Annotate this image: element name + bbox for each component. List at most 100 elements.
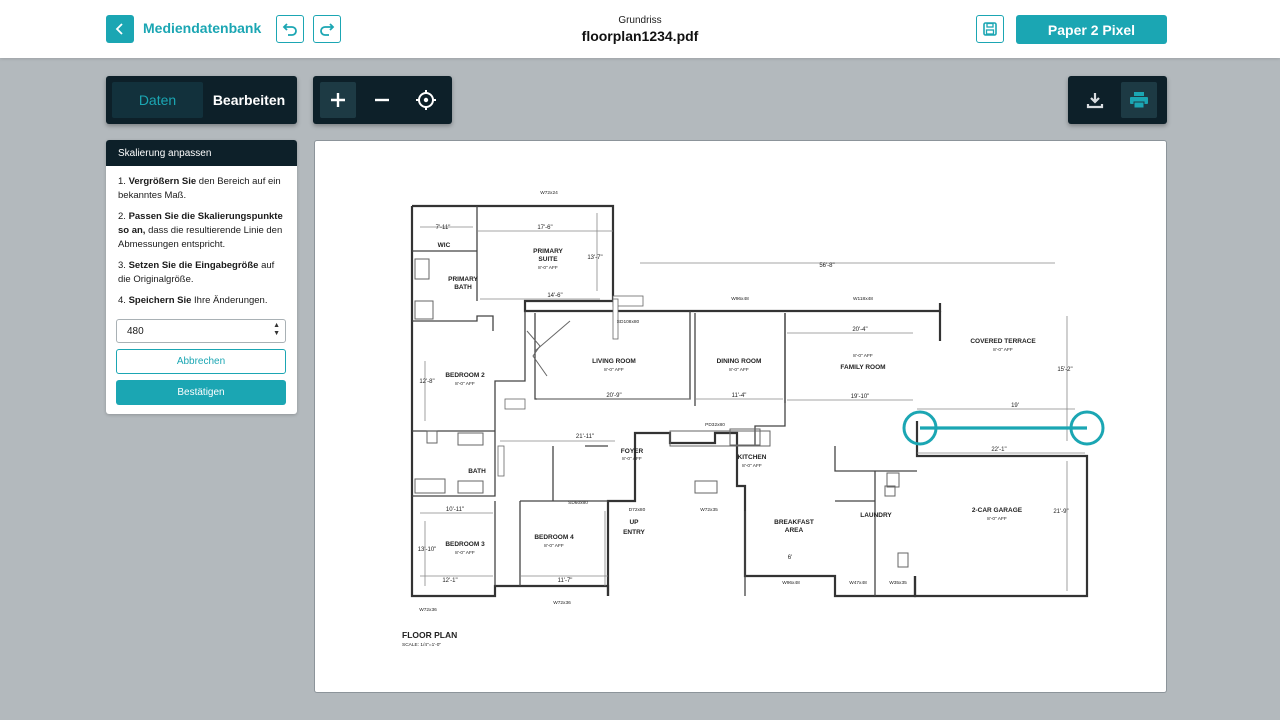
floorplan-title: FLOOR PLAN [402,630,457,640]
aff-note: 8'-0" AFF [729,367,749,373]
window-label: W96x48 [731,296,749,302]
window-label: PD32x80 [705,422,725,428]
confirm-button[interactable]: Bestätigen [116,380,286,405]
aff-notes: 8'-0" AFF 8'-0" AFF 8'-0" AFF 8'-0" AFF … [455,265,1013,556]
room-label: KITCHEN [738,454,767,461]
dimension-label: 10'-11" [446,507,464,513]
aff-note: 8'-0" AFF [538,265,558,271]
aff-note: 8'-0" AFF [544,543,564,549]
room-label: FOYER [621,448,644,455]
aff-note: 8'-0" AFF [742,463,762,469]
room-label: BATH [454,284,472,291]
printer-icon [1130,92,1148,109]
save-button[interactable] [976,15,1004,43]
crosshair-icon [416,90,436,110]
floorplan-drawing: WIC PRIMARY BATH PRIMARY SUITE LIVING RO… [402,190,1105,648]
plus-icon [331,93,345,107]
dimension-label: 14'-6" [547,293,562,299]
interior-walls [412,206,917,596]
floorplan-scale: SCALE: 1/4"=1'-0" [402,642,441,648]
stepper-arrows-icon[interactable]: ▲ ▼ [273,322,280,338]
scale-size-input[interactable]: 480 ▲ ▼ [116,319,286,343]
zoom-out-button[interactable] [364,82,400,118]
dimension-label: 56'-8" [819,263,834,269]
instruction-step: 4. Speichern Sie Ihre Änderungen. [118,295,268,306]
window-label: SD108x80 [617,319,640,325]
dimension-label: 13'-7" [587,255,602,261]
room-label: FAMILY ROOM [840,364,885,371]
window-labels: W72x24 W96x48 W118x48 SD108x80 PD32x80 W… [419,190,907,613]
room-label: BEDROOM 2 [445,372,485,379]
floorplan-canvas[interactable]: WIC PRIMARY BATH PRIMARY SUITE LIVING RO… [314,140,1167,693]
window-label: W72x24 [540,190,558,196]
room-label: BREAKFAST [774,519,814,526]
mode-toolbar: Daten Bearbeiten [106,76,297,124]
dimension-label: 7'-11" [436,225,451,231]
window-label: SD60x80 [568,500,588,506]
dimension-label: 19' [1011,403,1019,409]
instruction-step: 1. Vergrößern Sie den Bereich auf ein be… [118,176,281,201]
room-label: UP [629,519,639,526]
room-label: AREA [785,527,804,534]
room-label: LAUNDRY [860,512,892,519]
dimension-label: 12'-1" [442,578,457,584]
dimension-label: 11'-4" [732,393,747,399]
panel-title: Skalierung anpassen [106,140,297,166]
cancel-button[interactable]: Abbrechen [116,349,286,374]
dimension-label: 6' [788,555,792,561]
room-label: BEDROOM 4 [534,534,574,541]
aff-note: 8'-0" AFF [853,353,873,359]
instruction-step: 2. Passen Sie die Skalierungspunkte so a… [118,211,283,250]
dimension-label: 12'-8" [419,379,434,385]
window-label: W72x36 [553,600,571,606]
recenter-button[interactable] [408,82,444,118]
dimension-label: 11'-7" [558,578,573,584]
window-label: W35x35 [889,580,907,586]
scale-panel: Skalierung anpassen 1. Vergrößern Sie de… [106,140,297,414]
window-label: W47x48 [849,580,867,586]
room-label: BATH [468,468,486,475]
dimension-label: 20'-9" [606,393,621,399]
window-label: D72x80 [629,507,646,513]
dimension-label: 17'-6" [537,225,552,231]
minus-icon [375,98,389,102]
instruction-step: 3. Setzen Sie die Eingabegröße auf die O… [118,260,275,285]
zoom-in-button[interactable] [320,82,356,118]
fixtures [414,258,909,568]
paper-2-pixel-button[interactable]: Paper 2 Pixel [1016,15,1167,44]
tab-daten[interactable]: Daten [112,82,203,118]
scale-size-value: 480 [127,326,144,337]
download-button[interactable] [1077,82,1113,118]
aff-note: 8'-0" AFF [987,516,1007,522]
room-label: LIVING ROOM [592,358,636,365]
print-button[interactable] [1121,82,1157,118]
export-toolbar [1068,76,1167,124]
window-label: W72x36 [419,607,437,613]
aff-note: 8'-0" AFF [604,367,624,373]
room-label: BEDROOM 3 [445,541,485,548]
room-label: PRIMARY [448,276,478,283]
window-label: W72x35 [700,507,718,513]
zoom-toolbar [313,76,452,124]
room-label: DINING ROOM [717,358,762,365]
header-bar: Mediendatenbank Grundriss floorplan1234.… [0,0,1280,58]
dimension-label: 13'-10" [418,547,437,553]
window-label: W118x48 [853,296,873,302]
aff-note: 8'-0" AFF [622,456,642,462]
tab-bearbeiten[interactable]: Bearbeiten [206,82,292,118]
dimension-label: 15'-2" [1057,367,1072,373]
aff-note: 8'-0" AFF [455,550,475,556]
window-label: W96x48 [782,580,800,586]
aff-note: 8'-0" AFF [455,381,475,387]
room-label: SUITE [538,256,558,263]
dimension-label: 22'-1" [991,447,1006,453]
room-label: ENTRY [623,529,645,536]
dimension-label: 21'-11" [576,434,594,440]
dimension-label: 19'-10" [851,394,870,400]
instruction-list: 1. Vergrößern Sie den Bereich auf ein be… [106,166,297,308]
room-label: PRIMARY [533,248,563,255]
download-icon [1086,93,1104,109]
aff-note: 8'-0" AFF [993,347,1013,353]
room-label: WIC [438,242,451,249]
dimension-label: 21'-9" [1053,509,1068,515]
